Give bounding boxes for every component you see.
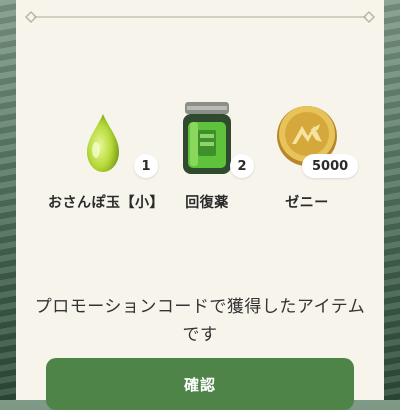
message-line-1: プロモーションコードで獲得したアイテム (34, 297, 366, 317)
message-line-2: です (182, 325, 218, 345)
reward-item-sanpodama: 1 おさんぽ玉【小】 (48, 100, 164, 220)
reward-item-zenny: 5000 ゼニー (252, 100, 362, 220)
reward-dialog: 1 おさんぽ玉【小】 2 回復薬 5000 ゼニー プロモーションコードで獲得し… (16, 0, 384, 410)
item-name: おさんぽ玉【小】 (48, 195, 164, 211)
background-right (384, 0, 400, 400)
item-count-badge: 5000 (302, 154, 359, 178)
item-count-badge: 2 (230, 154, 254, 178)
confirm-label: 確認 (183, 376, 216, 394)
item-name: 回復薬 (185, 195, 229, 211)
confirm-button[interactable]: 確認 (46, 358, 354, 410)
background-left (0, 0, 16, 400)
green-drop-icon (87, 114, 119, 172)
item-name: ゼニー (285, 195, 329, 211)
reward-item-potion: 2 回復薬 (152, 100, 262, 220)
dialog-ornament (24, 10, 376, 24)
reward-message: プロモーションコードで獲得したアイテム です (32, 293, 368, 349)
